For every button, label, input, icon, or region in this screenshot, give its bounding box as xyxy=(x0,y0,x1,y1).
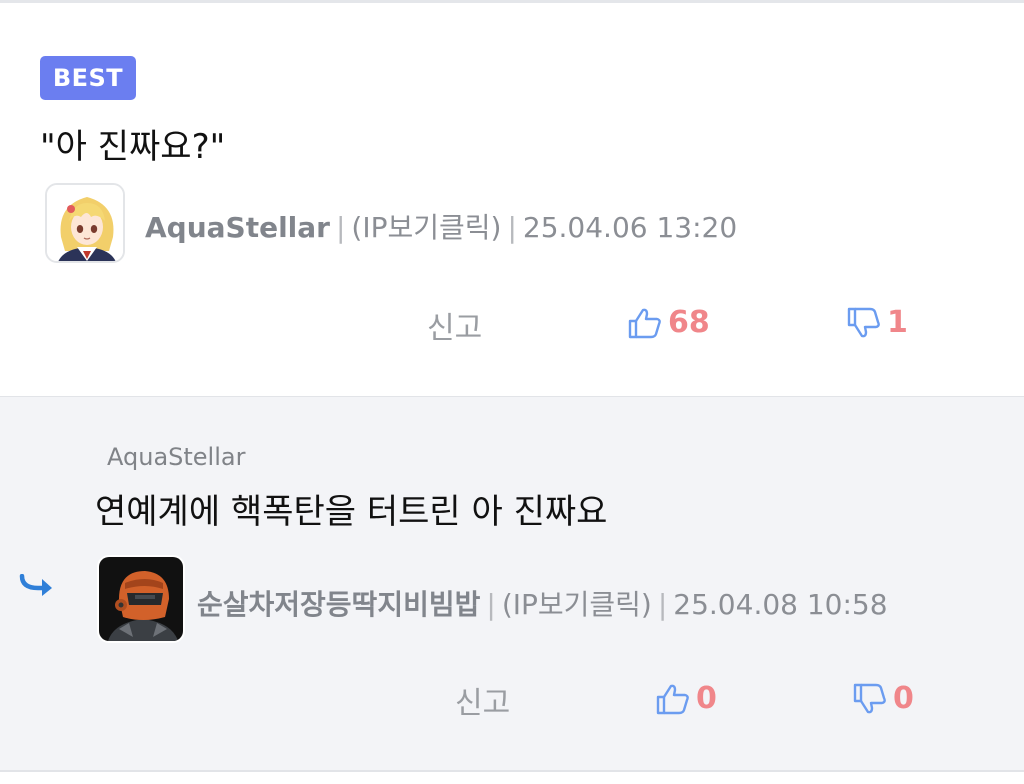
separator: | xyxy=(486,588,496,621)
like-button[interactable]: 68 xyxy=(628,305,710,340)
ip-link[interactable]: (IP보기클릭) xyxy=(351,211,501,244)
like-button[interactable]: 0 xyxy=(656,681,717,716)
separator: | xyxy=(507,211,517,244)
like-count: 68 xyxy=(668,305,710,340)
dislike-count: 1 xyxy=(887,305,908,340)
anime-girl-avatar-icon xyxy=(47,185,123,261)
comment-best: BEST "아 진짜요?" AquaStellar | (IP보기클릭) | 25.04… xyxy=(0,3,1024,398)
like-count: 0 xyxy=(696,681,717,716)
thumbs-up-icon xyxy=(656,683,690,715)
author-name[interactable]: 순살차저장등딱지비빔밥 xyxy=(197,588,480,621)
thumbs-up-icon xyxy=(628,307,662,339)
reply-target-name[interactable]: AquaStellar xyxy=(107,443,245,471)
separator: | xyxy=(657,588,668,621)
armored-helmet-avatar-icon xyxy=(99,557,183,641)
comment-text: 연예계에 핵폭탄을 터트린 아 진짜요 xyxy=(95,492,608,532)
comment-reply: AquaStellar 연예계에 핵폭탄을 터트린 아 진짜요 순살차저장등딱지… xyxy=(0,397,1024,770)
separator: | xyxy=(335,211,346,244)
comment-datetime: 25.04.06 13:20 xyxy=(522,211,738,244)
dislike-count: 0 xyxy=(893,681,914,716)
comment-meta: 순살차저장등딱지비빔밥 | (IP보기클릭) | 25.04.08 10:58 xyxy=(197,583,888,623)
ip-link[interactable]: (IP보기클릭) xyxy=(502,588,652,621)
report-button[interactable]: 신고 xyxy=(427,303,482,347)
thumbs-down-icon xyxy=(847,307,881,339)
thumbs-down-icon xyxy=(853,683,887,715)
avatar[interactable] xyxy=(97,555,185,643)
author-name[interactable]: AquaStellar xyxy=(145,211,330,244)
reply-arrow-icon xyxy=(18,573,56,598)
comment-text: "아 진짜요?" xyxy=(40,127,226,167)
report-button[interactable]: 신고 xyxy=(455,678,510,722)
best-badge: BEST xyxy=(40,56,136,100)
comment-meta: AquaStellar | (IP보기클릭) | 25.04.06 13:20 xyxy=(145,206,737,246)
dislike-button[interactable]: 0 xyxy=(853,681,914,716)
dislike-button[interactable]: 1 xyxy=(847,305,908,340)
comment-datetime: 25.04.08 10:58 xyxy=(673,588,888,621)
avatar[interactable] xyxy=(45,183,125,263)
